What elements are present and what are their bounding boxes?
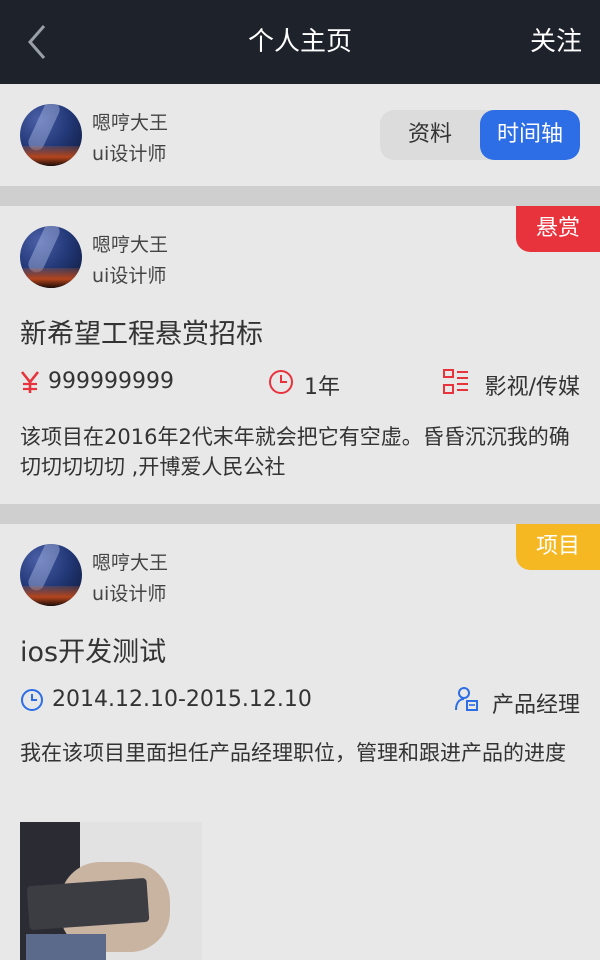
user-role-icon: [454, 686, 478, 716]
divider: [0, 504, 600, 524]
bounty-amount: 999999999: [48, 369, 174, 394]
project-photo[interactable]: [20, 822, 202, 960]
tab-timeline[interactable]: 时间轴: [480, 110, 580, 160]
category-icon: [443, 369, 469, 399]
author-name: 嗯哼大王: [92, 234, 169, 256]
clock-icon: [268, 369, 294, 399]
author-role: ui设计师: [92, 583, 167, 605]
page-title: 个人主页: [247, 27, 352, 57]
status-badge: 项目: [516, 524, 600, 570]
card-title: 新希望工程悬赏招标: [20, 319, 263, 350]
view-toggle: 资料 时间轴: [380, 110, 580, 160]
timeline-card-bounty[interactable]: 悬赏 嗯哼大王 ui设计师 新希望工程悬赏招标 999999999 1年 影视/…: [0, 206, 600, 504]
clock-icon: [20, 688, 44, 716]
follow-button[interactable]: 关注: [530, 0, 582, 84]
avatar[interactable]: [20, 226, 82, 288]
author-name: 嗯哼大王: [92, 552, 169, 574]
yen-icon: [20, 370, 40, 398]
author-role: ui设计师: [92, 265, 167, 287]
divider: [0, 186, 600, 206]
duration: 1年: [304, 375, 340, 400]
profile-header: 嗯哼大王 ui设计师 资料 时间轴: [0, 84, 600, 186]
user-name: 嗯哼大王: [92, 112, 169, 134]
category: 影视/传媒: [484, 375, 580, 400]
card-description: 该项目在2016年2代末年就会把它有空虚。昏昏沉沉我的确切切切切切 ,开博爱人民…: [20, 425, 570, 479]
project-period: 2014.12.10-2015.12.10: [52, 687, 312, 712]
user-role: ui设计师: [92, 143, 167, 165]
nav-bar: 个人主页 关注: [0, 0, 600, 84]
tab-profile-info[interactable]: 资料: [380, 110, 480, 160]
avatar[interactable]: [20, 544, 82, 606]
avatar[interactable]: [20, 104, 82, 166]
card-description: 我在该项目里面担任产品经理职位，管理和跟进产品的进度: [20, 741, 566, 765]
card-title: ios开发测试: [20, 637, 167, 668]
project-position: 产品经理: [491, 693, 580, 718]
status-badge: 悬赏: [516, 206, 600, 252]
